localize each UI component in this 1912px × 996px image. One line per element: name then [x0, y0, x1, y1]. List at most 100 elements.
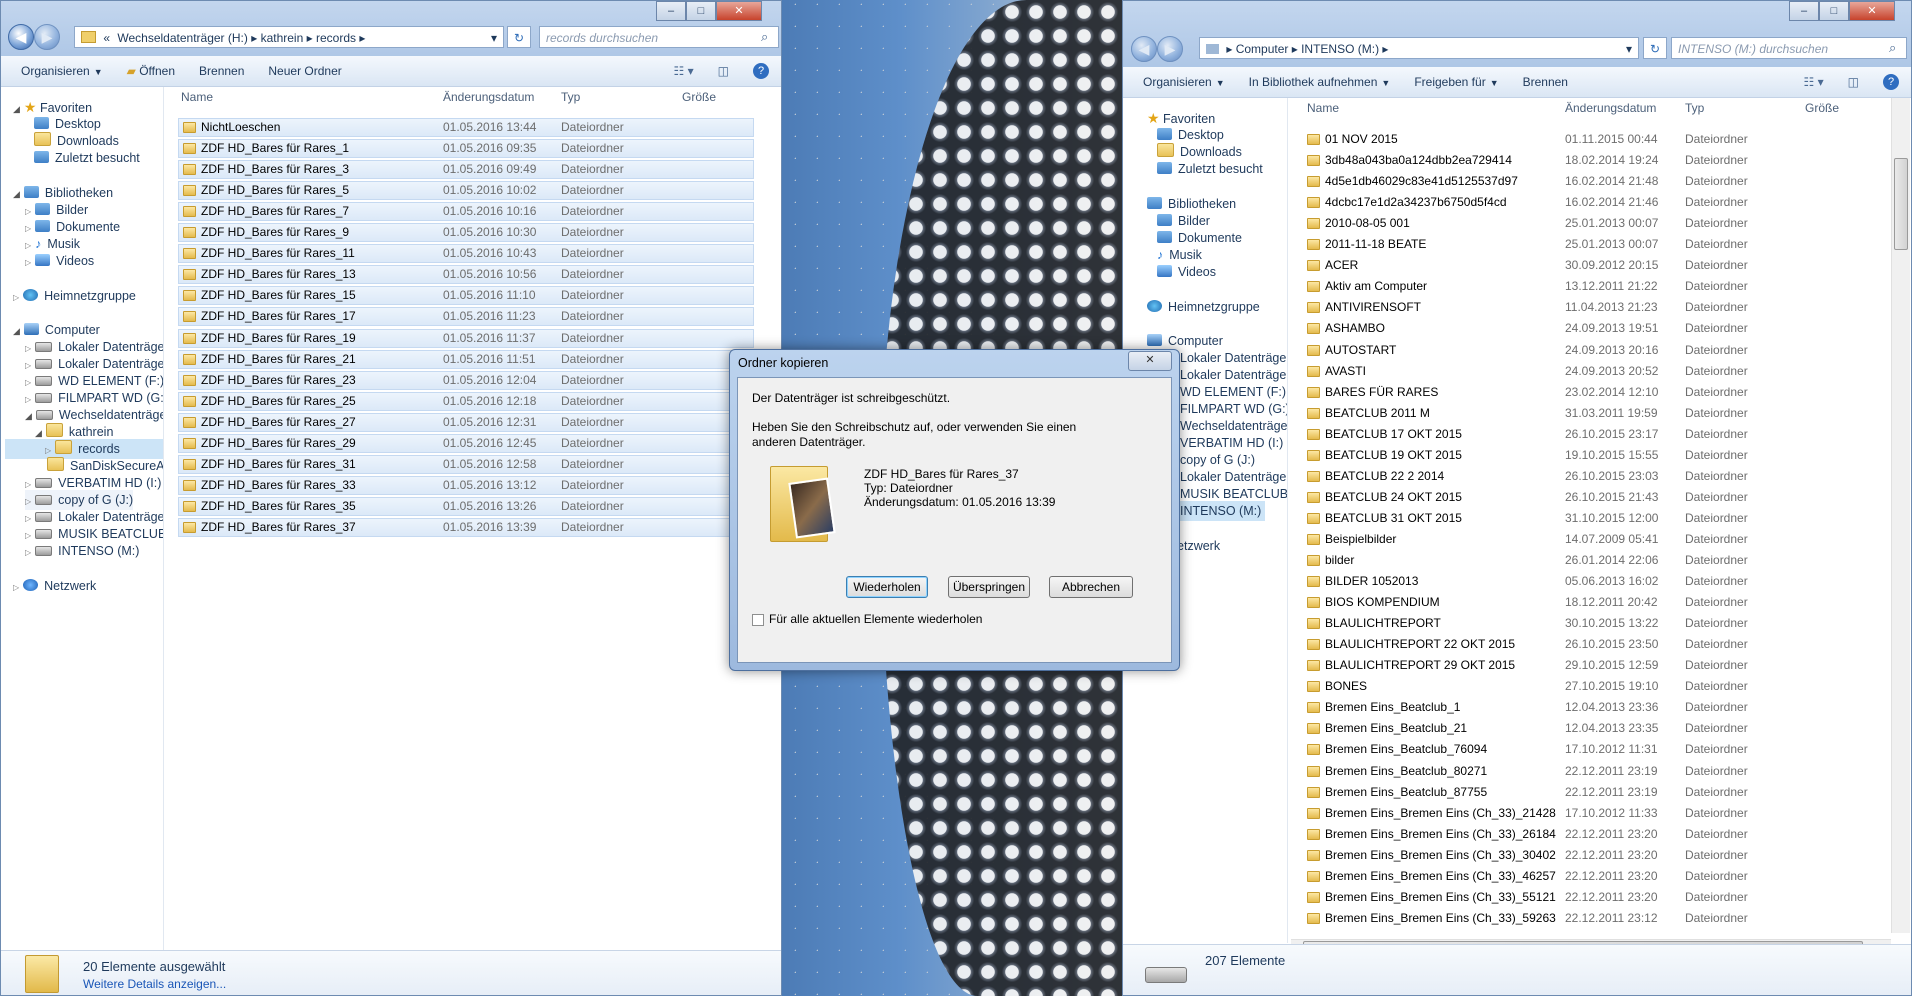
search-input[interactable]: records durchsuchen: [539, 26, 779, 48]
file-row[interactable]: Bremen Eins_Beatclub_76094 17.10.2012 11:…: [1303, 741, 1877, 758]
file-row[interactable]: BIOS KOMPENDIUM 18.12.2011 20:42 Dateiordn…: [1303, 594, 1877, 611]
file-row[interactable]: 01 NOV 2015 01.11.2015 00:44 Dateiordner: [1303, 131, 1877, 148]
column-header-name[interactable]: Name: [1307, 98, 1339, 118]
column-header-size[interactable]: Größe: [682, 87, 716, 107]
file-row[interactable]: BEATCLUB 2011 M 31.03.2011 19:59 Dateiordn…: [1303, 405, 1877, 422]
column-header-type[interactable]: Typ: [1685, 98, 1704, 118]
file-row[interactable]: Beispielbilder 14.07.2009 05:41 Dateiordne…: [1303, 531, 1877, 548]
file-row[interactable]: BARES FÜR RARES 23.02.2014 12:10 Dateiordn…: [1303, 384, 1877, 401]
file-row[interactable]: ZDF HD_Bares für Rares_11 01.05.2016 10:4…: [178, 244, 754, 264]
forward-button[interactable]: ▶: [1157, 36, 1183, 62]
refresh-icon[interactable]: ↻: [507, 26, 531, 48]
file-row[interactable]: Bremen Eins_Beatclub_21 12.04.2013 23:35 D…: [1303, 720, 1877, 737]
file-row[interactable]: 2011-11-18 BEATE 25.01.2013 00:07 Dateiord…: [1303, 236, 1877, 253]
nav-network[interactable]: ▷ Netzwerk: [13, 576, 96, 596]
cancel-button[interactable]: Abbrechen: [1049, 576, 1133, 598]
search-icon[interactable]: ⌕: [761, 29, 768, 45]
file-row[interactable]: Bremen Eins_Bremen Eins (Ch_33)_46257 22.…: [1303, 868, 1877, 885]
file-row[interactable]: NichtLoeschen 01.05.2016 13:44 Dateiordner: [178, 118, 754, 137]
file-row[interactable]: Bremen Eins_Bremen Eins (Ch_33)_21428 17.…: [1303, 805, 1877, 822]
file-row[interactable]: AUTOSTART 24.09.2013 20:16 Dateiordner: [1303, 342, 1877, 359]
refresh-icon[interactable]: ↻: [1643, 37, 1667, 59]
file-row[interactable]: ZDF HD_Bares für Rares_1 01.05.2016 09:35…: [178, 139, 754, 159]
file-row[interactable]: ZDF HD_Bares für Rares_9 01.05.2016 10:30…: [178, 223, 754, 243]
file-row[interactable]: BLAULICHTREPORT 22 OKT 2015 26.10.2015 23…: [1303, 636, 1877, 653]
file-row[interactable]: BEATCLUB 19 OKT 2015 19.10.2015 15:55 Date…: [1303, 447, 1877, 464]
column-header-name[interactable]: Name: [181, 87, 213, 107]
file-row[interactable]: Bremen Eins_Bremen Eins (Ch_33)_30402 22.…: [1303, 847, 1877, 864]
file-row[interactable]: ZDF HD_Bares für Rares_5 01.05.2016 10:02…: [178, 181, 754, 201]
file-row[interactable]: ZDF HD_Bares für Rares_33 01.05.2016 13:1…: [178, 475, 754, 495]
address-bar[interactable]: ▸ Computer ▸ INTENSO (M:) ▸ ▾: [1199, 37, 1639, 59]
nav-drive[interactable]: ▷ INTENSO (M:): [25, 541, 139, 561]
skip-button[interactable]: Überspringen: [948, 576, 1030, 598]
breadcrumb-intenso[interactable]: INTENSO (M:): [1301, 42, 1379, 56]
file-row[interactable]: 3db48a043ba0a124dbb2ea729414 18.02.2014 1…: [1303, 152, 1877, 169]
file-row[interactable]: ZDF HD_Bares für Rares_37 01.05.2016 13:3…: [178, 517, 754, 537]
view-options-icon[interactable]: ☷ ▾: [662, 64, 706, 78]
file-row[interactable]: ZDF HD_Bares für Rares_35 01.05.2016 13:2…: [178, 496, 754, 516]
file-row[interactable]: Bremen Eins_Bremen Eins (Ch_33)_59263 22.…: [1303, 910, 1877, 927]
nav-homegroup[interactable]: ▷ Heimnetzgruppe: [13, 286, 136, 306]
breadcrumb-kathrein[interactable]: kathrein: [261, 31, 304, 45]
maximize-button[interactable]: □: [686, 1, 716, 21]
nav-videos[interactable]: ▷ Videos: [25, 251, 94, 271]
file-row[interactable]: bilder 26.01.2014 22:06 Dateiordner: [1303, 552, 1877, 569]
breadcrumb-drive[interactable]: Wechseldatenträger (H:): [117, 31, 248, 45]
file-row[interactable]: 2010-08-05 001 25.01.2013 00:07 Dateiordne…: [1303, 215, 1877, 232]
column-header-date[interactable]: Änderungsdatum: [443, 87, 534, 107]
file-row[interactable]: Bremen Eins_Bremen Eins (Ch_33)_55121 22.…: [1303, 889, 1877, 906]
repeat-checkbox-label[interactable]: Für alle aktuellen Elemente wiederholen: [769, 612, 982, 626]
share-with-button[interactable]: Freigeben für ▼: [1402, 75, 1510, 89]
file-row[interactable]: ZDF HD_Bares für Rares_3 01.05.2016 09:49…: [178, 160, 754, 180]
preview-pane-icon[interactable]: ◫: [706, 64, 741, 78]
nav-recent[interactable]: Zuletzt besucht: [34, 148, 140, 168]
file-row[interactable]: ANTIVIRENSOFT 11.04.2013 21:23 Dateiordner: [1303, 299, 1877, 316]
include-in-library-button[interactable]: In Bibliothek aufnehmen ▼: [1237, 75, 1403, 89]
file-row[interactable]: BEATCLUB 31 OKT 2015 31.10.2015 12:00 Date…: [1303, 510, 1877, 527]
file-row[interactable]: Bremen Eins_Beatclub_1 12.04.2013 23:36 Da…: [1303, 699, 1877, 716]
file-row[interactable]: ASHAMBO 24.09.2013 19:51 Dateiordner: [1303, 320, 1877, 337]
file-row[interactable]: Bremen Eins_Beatclub_80271 22.12.2011 23:…: [1303, 763, 1877, 780]
burn-button[interactable]: Brennen: [187, 64, 256, 78]
scrollbar-thumb[interactable]: [1894, 158, 1908, 250]
close-button[interactable]: ✕: [716, 1, 762, 21]
file-row[interactable]: ZDF HD_Bares für Rares_21 01.05.2016 11:5…: [178, 349, 754, 369]
forward-button[interactable]: ▶: [34, 24, 60, 50]
more-details-link[interactable]: Weitere Details anzeigen...: [83, 977, 226, 991]
minimize-button[interactable]: –: [656, 1, 686, 21]
close-icon[interactable]: ✕: [1128, 351, 1172, 371]
file-row[interactable]: ZDF HD_Bares für Rares_17 01.05.2016 11:2…: [178, 307, 754, 327]
file-row[interactable]: BEATCLUB 24 OKT 2015 26.10.2015 21:43 Date…: [1303, 489, 1877, 506]
file-row[interactable]: ZDF HD_Bares für Rares_7 01.05.2016 10:16…: [178, 202, 754, 222]
search-input[interactable]: INTENSO (M:) durchsuchen: [1671, 37, 1907, 59]
file-row[interactable]: ZDF HD_Bares für Rares_29 01.05.2016 12:4…: [178, 433, 754, 453]
file-row[interactable]: Bremen Eins_Bremen Eins (Ch_33)_26184 22.…: [1303, 826, 1877, 843]
help-icon[interactable]: ?: [1871, 74, 1911, 90]
close-button[interactable]: ✕: [1849, 1, 1895, 21]
repeat-checkbox[interactable]: [752, 614, 764, 626]
column-header-date[interactable]: Änderungsdatum: [1565, 98, 1656, 118]
burn-button[interactable]: Brennen: [1511, 75, 1580, 89]
minimize-button[interactable]: –: [1789, 1, 1819, 21]
file-row[interactable]: AVASTI 24.09.2013 20:52 Dateiordner: [1303, 363, 1877, 380]
file-row[interactable]: ZDF HD_Bares für Rares_19 01.05.2016 11:3…: [178, 328, 754, 348]
back-button[interactable]: ◀: [8, 24, 34, 50]
file-row[interactable]: ZDF HD_Bares für Rares_15 01.05.2016 11:1…: [178, 286, 754, 306]
column-header-type[interactable]: Typ: [561, 87, 580, 107]
column-header-size[interactable]: Größe: [1805, 98, 1839, 118]
maximize-button[interactable]: □: [1819, 1, 1849, 21]
file-row[interactable]: BLAULICHTREPORT 29 OKT 2015 29.10.2015 12…: [1303, 657, 1877, 674]
file-row[interactable]: 4d5e1db46029c83e41d5125537d97 16.02.2014 …: [1303, 173, 1877, 190]
file-row[interactable]: 4dcbc17e1d2a34237b6750d5f4cd 16.02.2014 2…: [1303, 194, 1877, 211]
nav-videos[interactable]: Videos: [1157, 262, 1216, 282]
file-row[interactable]: BEATCLUB 17 OKT 2015 26.10.2015 23:17 Date…: [1303, 426, 1877, 443]
file-row[interactable]: BONES 27.10.2015 19:10 Dateiordner: [1303, 678, 1877, 695]
nav-recent[interactable]: Zuletzt besucht: [1157, 159, 1263, 179]
file-row[interactable]: BILDER 1052013 05.06.2013 16:02 Dateiordne…: [1303, 573, 1877, 590]
file-row[interactable]: Aktiv am Computer 13.12.2011 21:22 Dateior…: [1303, 278, 1877, 295]
back-button[interactable]: ◀: [1131, 36, 1157, 62]
file-row[interactable]: ACER 30.09.2012 20:15 Dateiordner: [1303, 257, 1877, 274]
breadcrumb-computer[interactable]: Computer: [1236, 42, 1289, 56]
nav-homegroup[interactable]: Heimnetzgruppe: [1147, 297, 1260, 317]
